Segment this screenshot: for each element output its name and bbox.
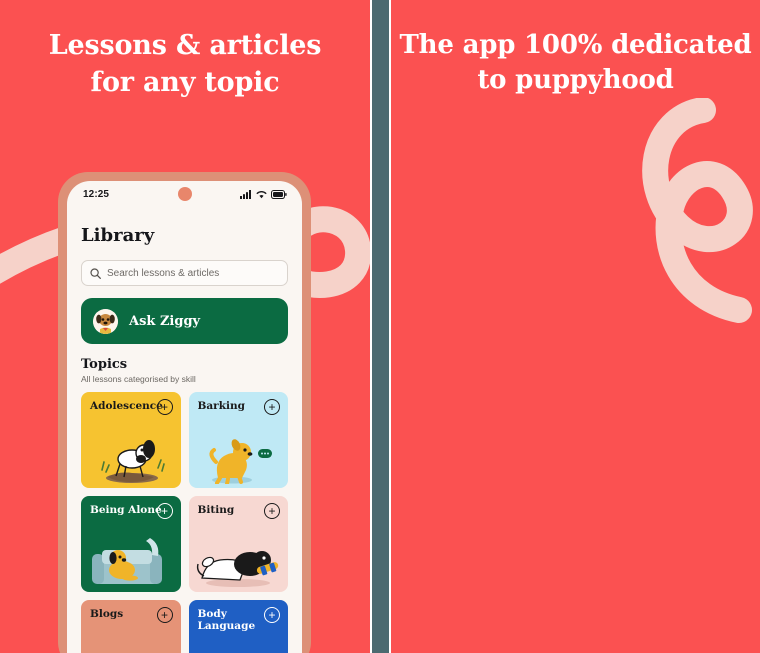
topic-card-biting[interactable]: Biting + (188, 496, 289, 592)
panel-divider (370, 0, 391, 653)
status-time: 12:25 (83, 188, 110, 200)
topic-card-body-language[interactable]: Body Language + (188, 600, 288, 653)
add-topic-button[interactable]: + (264, 503, 280, 519)
search-placeholder: Search lessons & articles (107, 267, 220, 279)
app-store-screenshot-pair: Lessons & articles for any topic 12:25 L… (0, 0, 760, 653)
battery-full-icon (271, 189, 287, 199)
left-headline: Lessons & articles for any topic (48, 30, 322, 98)
add-topic-button[interactable]: + (156, 503, 173, 519)
left-promo-panel: Lessons & articles for any topic 12:25 L… (0, 0, 370, 653)
topic-label: Biting (197, 504, 235, 516)
search-icon (90, 267, 101, 279)
add-topic-button[interactable]: + (156, 399, 173, 415)
topic-card-adolescence[interactable]: Adolescence + (81, 392, 181, 488)
ribbon-decoration-right (561, 98, 760, 348)
topics-grid: Adolescence + Barking + Being Alone + Bi… (81, 392, 288, 653)
search-input[interactable]: Search lessons & articles (81, 260, 288, 286)
add-topic-button[interactable]: + (156, 607, 173, 623)
topic-card-being-alone[interactable]: Being Alone + (81, 496, 181, 592)
dog-on-sofa-illustration (81, 536, 181, 588)
topic-label: Blogs (90, 608, 124, 620)
ask-ziggy-button[interactable]: Ask Ziggy (81, 298, 288, 344)
dog-avatar-icon (93, 308, 118, 334)
topic-label: Adolescence (90, 400, 163, 412)
signal-bars-icon (240, 189, 251, 199)
topic-label: Being Alone (90, 504, 162, 516)
topic-card-barking[interactable]: Barking + (188, 392, 289, 488)
dog-biting-toy-illustration (189, 538, 289, 588)
wifi-icon (256, 190, 267, 198)
topic-card-blogs[interactable]: Blogs + (81, 600, 181, 653)
topics-section-subtitle: All lessons categorised by skill (81, 374, 196, 384)
add-topic-button[interactable]: + (264, 399, 280, 415)
dog-digging-illustration (81, 436, 181, 484)
add-topic-button[interactable]: + (264, 607, 280, 623)
phone-screen-library: 12:25 Library Search lessons & articles … (67, 181, 302, 653)
ask-ziggy-label: Ask Ziggy (129, 313, 201, 329)
right-promo-panel: The app 100% dedicated to puppyhood 12:2… (391, 0, 760, 653)
status-bar-left: 12:25 (67, 181, 302, 207)
page-title: Library (81, 225, 155, 246)
topic-label: Barking (197, 400, 245, 412)
camera-notch-icon (177, 187, 192, 201)
topics-section-title: Topics (81, 357, 128, 372)
topic-label: Body Language (197, 608, 256, 633)
right-headline: The app 100% dedicated to puppyhood (399, 30, 752, 96)
phone-mockup-left: 12:25 Library Search lessons & articles … (58, 172, 311, 653)
dog-barking-illustration (189, 436, 289, 484)
